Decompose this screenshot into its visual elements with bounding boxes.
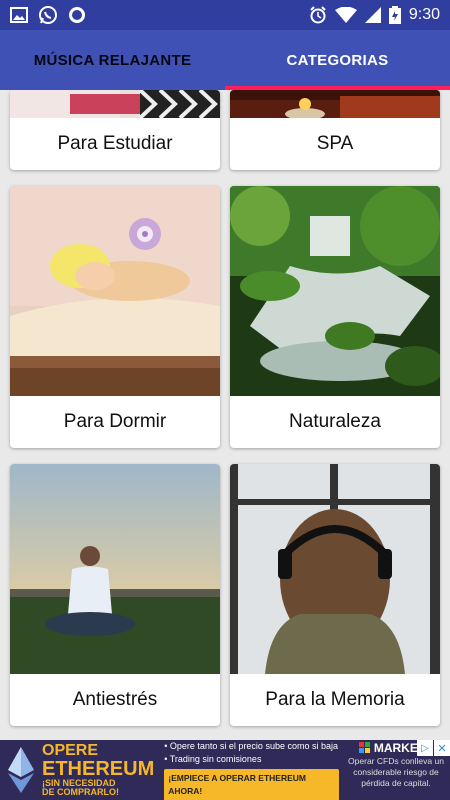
- ad-banner[interactable]: OPERE ETHEREUM ¡SIN NECESIDAD DE COMPRAR…: [0, 740, 450, 800]
- category-card-memory[interactable]: Para la Memoria: [230, 464, 440, 726]
- tab-categorias[interactable]: CATEGORIAS: [225, 30, 450, 90]
- battery-icon: [388, 6, 401, 24]
- status-bar: 9:30: [0, 0, 450, 30]
- category-label: Antiestrés: [72, 689, 158, 710]
- spa-candle-photo: [230, 90, 440, 118]
- category-label: Naturaleza: [289, 411, 381, 432]
- waterfall-forest-photo: [230, 186, 440, 396]
- wifi-icon: [334, 7, 357, 23]
- study-photo: [10, 90, 220, 118]
- ad-details: • Opere tanto si el precio sube como si …: [164, 740, 340, 800]
- category-label: SPA: [316, 133, 354, 154]
- ethereum-logo-icon: [8, 747, 34, 793]
- alarm-icon: [309, 6, 327, 24]
- clock-time: 9:30: [408, 6, 440, 23]
- category-card-antistress[interactable]: Antiestrés: [10, 464, 220, 726]
- ad-disclaimer: Operar CFDs conlleva un considerable rie…: [348, 756, 444, 788]
- woman-headphones-window-photo: [230, 464, 440, 674]
- ad-close-icon[interactable]: ✕: [434, 740, 450, 756]
- tab-musica-relajante[interactable]: MÚSICA RELAJANTE: [0, 30, 225, 90]
- image-notification-icon: [10, 7, 28, 23]
- category-card-study[interactable]: Para Estudiar: [10, 90, 220, 170]
- markets-logo-icon: [358, 742, 370, 753]
- meditation-sunset-photo: [10, 464, 220, 674]
- ad-bullet: • Opere tanto si el precio sube como si …: [164, 740, 338, 751]
- category-label: Para Estudiar: [57, 133, 173, 154]
- category-label: Para la Memoria: [265, 689, 405, 710]
- category-card-sleep[interactable]: Para Dormir: [10, 186, 220, 448]
- category-label: Para Dormir: [63, 411, 167, 432]
- ad-choices-icon[interactable]: ▷: [417, 740, 433, 756]
- circle-notification-icon: [68, 6, 86, 24]
- signal-icon: [364, 7, 381, 23]
- ad-bullet: • Trading sin comisiones: [164, 753, 262, 764]
- categories-grid: Para Estudiar SPA Para Dormir Naturaleza…: [0, 90, 450, 740]
- category-card-spa[interactable]: SPA: [230, 90, 440, 170]
- tab-bar: MÚSICA RELAJANTE CATEGORIAS: [0, 30, 450, 90]
- category-card-nature[interactable]: Naturaleza: [230, 186, 440, 448]
- whatsapp-icon: [38, 5, 58, 25]
- sleeping-baby-photo: [10, 186, 220, 396]
- ad-cta-button[interactable]: ¡EMPIECE A OPERAR ETHEREUM AHORA!: [164, 768, 340, 800]
- ad-headline: OPERE ETHEREUM ¡SIN NECESIDAD DE COMPRAR…: [42, 742, 155, 797]
